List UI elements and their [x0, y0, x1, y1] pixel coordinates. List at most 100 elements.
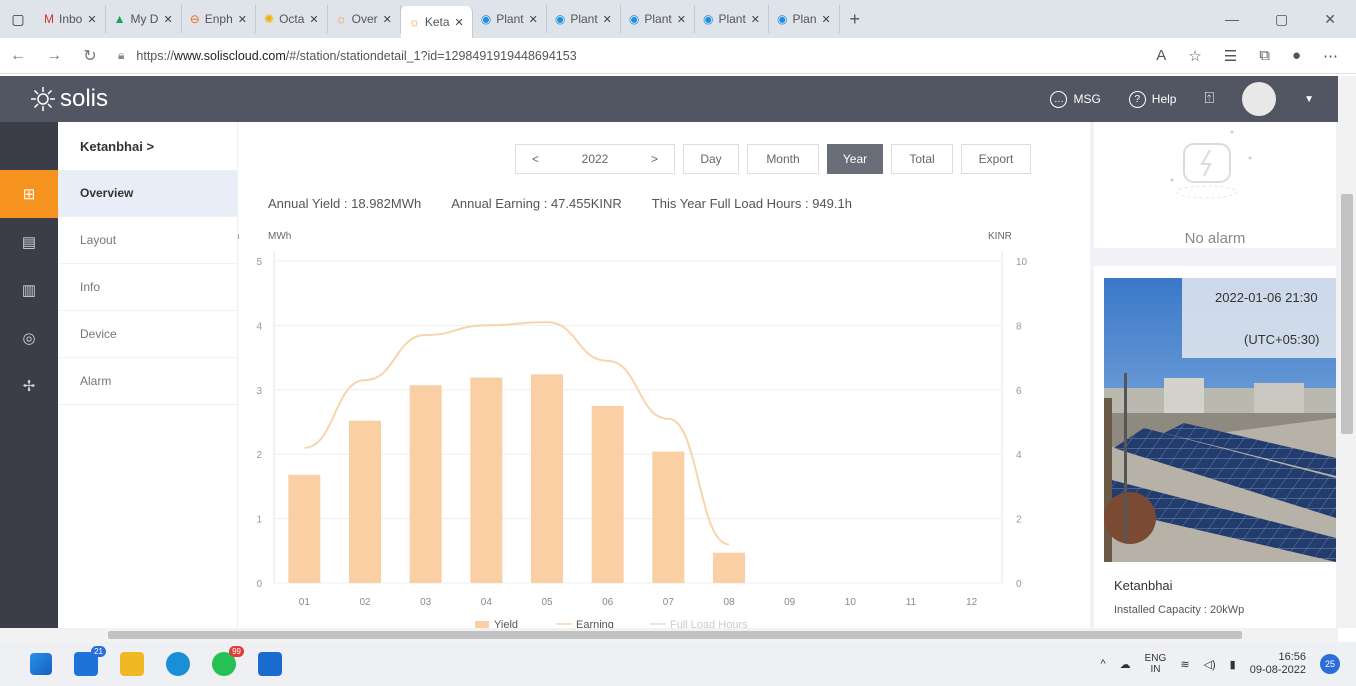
browser-tab[interactable]: ▲ My D ✕ [106, 5, 182, 33]
browser-tab[interactable]: ✺ Octa ✕ [256, 5, 328, 33]
next-year-button[interactable]: > [651, 152, 658, 166]
station-name: Ketanbhai [1114, 578, 1173, 593]
tab-close-icon[interactable]: ✕ [455, 16, 464, 29]
month-button[interactable]: Month [747, 144, 819, 174]
clock[interactable]: 16:56 09-08-2022 [1250, 651, 1306, 677]
subnav-item-info[interactable]: Info [58, 264, 237, 311]
tab-close-icon[interactable]: ✕ [603, 13, 612, 26]
browser-tab[interactable]: ☼ Keta ✕ [400, 6, 473, 38]
tab-favicon-icon: ⊖ [189, 12, 200, 26]
subnav-item-alarm[interactable]: Alarm [58, 358, 237, 405]
more-icon[interactable]: ⋯ [1323, 47, 1338, 65]
browser-tab[interactable]: ◉ Plant ✕ [473, 5, 547, 33]
y-axis-label-right: KINR [988, 231, 1012, 242]
y-tick-right: 10 [1016, 257, 1028, 268]
back-icon[interactable]: ← [0, 47, 36, 65]
yield-bar [713, 552, 745, 583]
sun-icon [31, 87, 55, 111]
browser-tab[interactable]: M Inbo ✕ [36, 5, 106, 33]
minimize-icon[interactable]: — [1225, 11, 1239, 28]
forward-icon[interactable]: → [36, 47, 72, 65]
tab-close-icon[interactable]: ✕ [163, 13, 172, 26]
subnav-item-overview[interactable]: Overview [58, 170, 237, 217]
tab-actions-icon[interactable]: ▢ [0, 11, 36, 28]
profile-icon[interactable]: ● [1292, 47, 1301, 65]
solis-logo[interactable]: solis [30, 85, 108, 113]
tab-close-icon[interactable]: ✕ [383, 13, 392, 26]
report-chart-icon[interactable]: ▥ [0, 266, 58, 314]
export-button[interactable]: Export [961, 144, 1031, 174]
day-button[interactable]: Day [683, 144, 739, 174]
favorite-icon[interactable]: ☆ [1188, 47, 1201, 65]
browser-tab[interactable]: ☼ Over ✕ [328, 5, 401, 33]
mail-icon[interactable] [258, 652, 282, 676]
avatar[interactable] [1242, 82, 1277, 116]
tab-label: Plant [570, 12, 598, 26]
vertical-scrollbar-thumb[interactable] [1341, 194, 1353, 434]
tab-close-icon[interactable]: ✕ [677, 13, 686, 26]
battery-icon[interactable]: ▮ [1230, 658, 1236, 671]
tab-close-icon[interactable]: ✕ [238, 13, 247, 26]
clock-time: 16:56 [1278, 651, 1306, 663]
msg-button[interactable]: … MSG [1050, 90, 1101, 108]
maximize-icon[interactable]: ▢ [1275, 11, 1288, 28]
cloud-icon[interactable]: ☁ [1120, 658, 1131, 671]
page-info-icon[interactable]: 🔒︎ [118, 48, 124, 63]
annual-stats: Annual Yield : 18.982MWh Annual Earning … [268, 196, 852, 211]
horizontal-scrollbar[interactable] [0, 628, 1338, 642]
browser-tab[interactable]: ◉ Plan ✕ [769, 5, 840, 33]
tab-close-icon[interactable]: ✕ [822, 13, 831, 26]
new-tab-icon[interactable]: + [840, 9, 870, 30]
tab-close-icon[interactable]: ✕ [751, 13, 760, 26]
favorites-list-icon[interactable]: ☰ [1224, 47, 1237, 65]
language-indicator[interactable]: ENG IN [1145, 653, 1167, 675]
edge-icon[interactable] [166, 652, 190, 676]
tab-favicon-icon: ◉ [554, 12, 566, 26]
read-aloud-icon[interactable]: A [1156, 47, 1166, 65]
chevron-down-icon[interactable]: ▼ [1304, 94, 1314, 105]
station-overview-icon[interactable]: ⊞ [0, 170, 58, 218]
horizontal-scrollbar-thumb[interactable] [108, 631, 1242, 639]
upload-icon[interactable]: ⍐ [1204, 90, 1214, 108]
browser-tab[interactable]: ◉ Plant ✕ [547, 5, 621, 33]
yield-bar [470, 377, 503, 583]
subnav-item-device[interactable]: Device [58, 311, 237, 358]
volume-icon[interactable]: ◁) [1204, 658, 1216, 671]
collections-icon[interactable]: ⧉ [1259, 47, 1270, 65]
teams-icon[interactable]: 21 [74, 646, 106, 676]
chevron-up-icon[interactable]: ^ [1100, 658, 1105, 670]
tab-favicon-icon: M [44, 12, 54, 26]
browser-tab[interactable]: ◉ Plant ✕ [695, 5, 770, 33]
tab-close-icon[interactable]: ✕ [309, 13, 318, 26]
year-button[interactable]: Year [827, 144, 883, 174]
url-field[interactable]: https://www.soliscloud.com/#/station/sta… [136, 49, 576, 63]
refresh-icon[interactable]: ↻ [72, 46, 108, 66]
device-icon[interactable]: ▤ [0, 218, 58, 266]
vertical-scrollbar[interactable] [1338, 76, 1356, 628]
windows-start-icon[interactable] [30, 653, 52, 675]
file-explorer-icon[interactable] [120, 652, 144, 676]
apps-icon[interactable]: ✢ [0, 362, 58, 410]
tab-close-icon[interactable]: ✕ [529, 13, 538, 26]
no-alarm-illustration-icon [1170, 130, 1252, 199]
y-tick-left: 5 [256, 257, 262, 268]
eye-icon[interactable]: ◎ [0, 314, 58, 362]
notification-badge[interactable]: 25 [1320, 654, 1340, 674]
station-breadcrumb[interactable]: Ketanbhai > [58, 122, 237, 170]
wifi-icon[interactable]: ≋ [1180, 658, 1189, 671]
left-icon-rail: ⊞ ▤ ▥ ◎ ✢ [0, 122, 58, 628]
browser-tab[interactable]: ⊖ Enph ✕ [182, 5, 256, 33]
legend-hours: Full Load Hours [670, 619, 748, 628]
legend-yield: Yield [494, 619, 518, 628]
subnav-item-layout[interactable]: Layout [58, 217, 237, 264]
help-button[interactable]: ? Help [1128, 90, 1176, 108]
whatsapp-icon[interactable]: 99 [212, 646, 244, 676]
prev-year-button[interactable]: < [532, 152, 539, 166]
year-selector[interactable]: < 2022 > [515, 144, 675, 174]
total-button[interactable]: Total [891, 144, 953, 174]
tab-close-icon[interactable]: ✕ [87, 13, 96, 26]
x-tick-label: 11 [906, 597, 917, 608]
browser-tab[interactable]: ◉ Plant ✕ [621, 5, 695, 33]
close-window-icon[interactable]: ✕ [1324, 11, 1336, 28]
yield-bar [288, 474, 321, 583]
